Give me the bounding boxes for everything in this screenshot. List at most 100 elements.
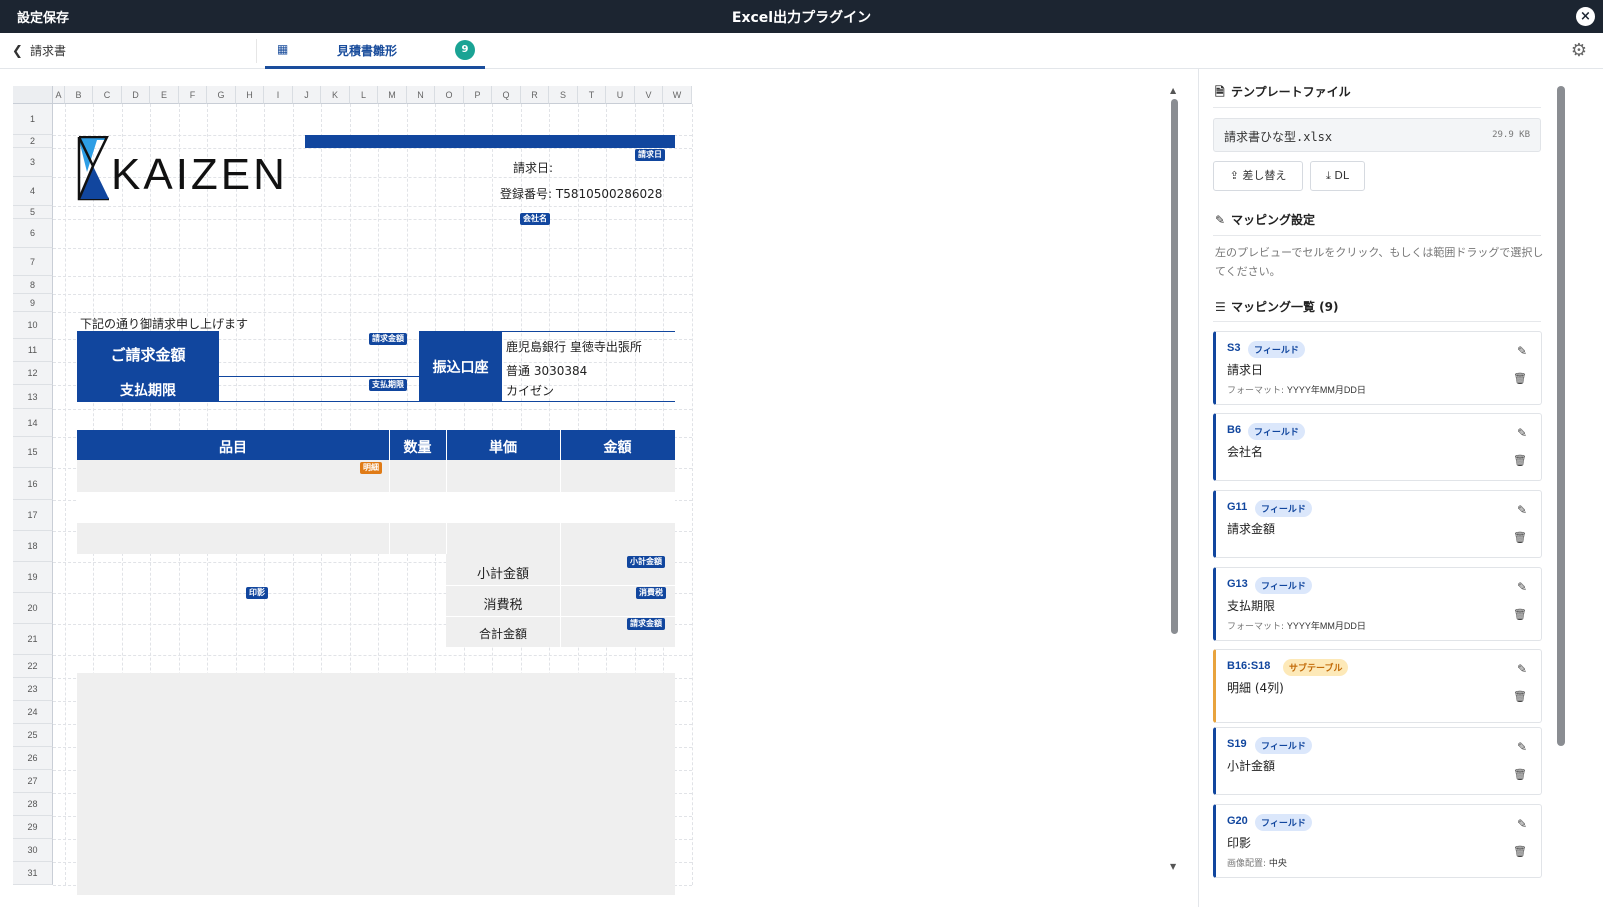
row-header[interactable]: 25 [13, 724, 53, 747]
row-header[interactable]: 13 [13, 385, 53, 409]
tag-due[interactable]: 支払期限 [369, 379, 407, 391]
row-header[interactable]: 26 [13, 747, 53, 770]
trash-icon[interactable]: 🗑 [1513, 531, 1527, 544]
column-header[interactable]: G [207, 86, 236, 104]
column-header[interactable]: D [122, 86, 150, 104]
row-header[interactable]: 1 [13, 104, 53, 135]
tag-seal[interactable]: 印影 [246, 587, 268, 599]
mapping-cell-ref: G13 [1227, 578, 1248, 590]
row-header[interactable]: 19 [13, 562, 53, 593]
column-header[interactable]: K [321, 86, 350, 104]
tag-tax[interactable]: 消費税 [636, 587, 666, 599]
pencil-icon[interactable]: ✎ [1517, 344, 1527, 358]
column-header[interactable]: U [606, 86, 635, 104]
replace-button[interactable]: ⇪ 差し替え [1213, 161, 1303, 191]
detail-row-3[interactable] [77, 523, 675, 554]
tag-total[interactable]: 請求金額 [627, 618, 665, 630]
mapping-card[interactable]: G11 フィールド 請求金額 ✎ 🗑 [1213, 490, 1542, 558]
panel-scrollbar[interactable] [1557, 86, 1565, 746]
pencil-icon[interactable]: ✎ [1517, 503, 1527, 517]
trash-icon[interactable]: 🗑 [1513, 768, 1527, 781]
column-header[interactable]: M [378, 86, 407, 104]
column-header[interactable]: J [293, 86, 321, 104]
column-header[interactable]: A [53, 86, 65, 104]
pencil-icon[interactable]: ✎ [1517, 817, 1527, 831]
column-header[interactable]: E [150, 86, 179, 104]
column-header[interactable]: Q [492, 86, 521, 104]
row-header[interactable]: 7 [13, 248, 53, 276]
tag-detail[interactable]: 明細 [360, 462, 382, 474]
mapping-card[interactable]: G13 フィールド 支払期限 フォーマット: YYYY年MM月DD日 ✎ 🗑 [1213, 567, 1542, 641]
scroll-up-icon[interactable]: ▲ [1170, 86, 1176, 95]
row-header[interactable]: 21 [13, 624, 53, 655]
column-header[interactable]: I [264, 86, 293, 104]
column-header[interactable]: S [549, 86, 578, 104]
column-header[interactable]: B [65, 86, 93, 104]
trash-icon[interactable]: 🗑 [1513, 454, 1527, 467]
pencil-icon[interactable]: ✎ [1517, 580, 1527, 594]
row-header[interactable]: 28 [13, 793, 53, 816]
tab-template[interactable]: ▦ 見積書雛形 9 [265, 33, 485, 69]
row-header[interactable]: 15 [13, 437, 53, 468]
row-header[interactable]: 6 [13, 219, 53, 248]
pencil-icon[interactable]: ✎ [1517, 662, 1527, 676]
column-header[interactable]: R [521, 86, 549, 104]
column-header[interactable]: N [407, 86, 435, 104]
row-header[interactable]: 23 [13, 678, 53, 701]
row-header[interactable]: 8 [13, 276, 53, 294]
column-header[interactable]: P [464, 86, 492, 104]
gear-icon[interactable]: ⚙ [1571, 40, 1587, 61]
row-header[interactable]: 22 [13, 655, 53, 678]
row-header[interactable]: 9 [13, 294, 53, 312]
row-header[interactable]: 4 [13, 177, 53, 206]
scrollbar-thumb[interactable] [1171, 99, 1178, 634]
column-header[interactable]: L [350, 86, 378, 104]
mapping-card[interactable]: S3 フィールド 請求日 フォーマット: YYYY年MM月DD日 ✎ 🗑 [1213, 331, 1542, 405]
sheet-corner[interactable] [13, 86, 53, 104]
download-button[interactable]: ⤓ DL [1310, 161, 1365, 191]
tag-amount[interactable]: 請求金額 [369, 333, 407, 345]
trash-icon[interactable]: 🗑 [1513, 608, 1527, 621]
trash-icon[interactable]: 🗑 [1513, 845, 1527, 858]
sheet-scrollbar[interactable]: ▲ ▼ [1168, 86, 1180, 871]
row-header[interactable]: 16 [13, 468, 53, 500]
scroll-down-icon[interactable]: ▼ [1170, 862, 1176, 871]
column-header[interactable]: O [435, 86, 464, 104]
row-header[interactable]: 10 [13, 312, 53, 339]
spreadsheet-preview[interactable]: A B C D E F G H I J K L M N O P Q R S T U V W 1 2 3 4 5 6 7 8 9 10 11 12 13… [13, 86, 720, 895]
mapping-card[interactable]: B16:S18 サブテーブル 明細 (4列) ✎ 🗑 [1213, 649, 1542, 723]
pencil-icon[interactable]: ✎ [1517, 426, 1527, 440]
pencil-icon[interactable]: ✎ [1517, 740, 1527, 754]
row-header[interactable]: 29 [13, 816, 53, 839]
row-header[interactable]: 14 [13, 409, 53, 437]
row-header[interactable]: 17 [13, 500, 53, 531]
row-header[interactable]: 20 [13, 593, 53, 624]
column-header[interactable]: C [93, 86, 122, 104]
tag-subtotal[interactable]: 小計金額 [627, 556, 665, 568]
tag-date[interactable]: 請求日 [635, 149, 665, 161]
row-header[interactable]: 18 [13, 531, 53, 562]
row-header[interactable]: 30 [13, 839, 53, 862]
column-header[interactable]: W [663, 86, 692, 104]
mapping-card[interactable]: S19 フィールド 小計金額 ✎ 🗑 [1213, 727, 1542, 795]
row-header[interactable]: 24 [13, 701, 53, 724]
detail-row-2[interactable] [77, 492, 675, 523]
column-header[interactable]: F [179, 86, 207, 104]
column-header[interactable]: V [635, 86, 663, 104]
row-header[interactable]: 3 [13, 148, 53, 177]
row-header[interactable]: 27 [13, 770, 53, 793]
row-header[interactable]: 5 [13, 206, 53, 219]
trash-icon[interactable]: 🗑 [1513, 372, 1527, 385]
column-header[interactable]: T [578, 86, 606, 104]
tag-company[interactable]: 会社名 [520, 213, 550, 225]
row-header[interactable]: 31 [13, 862, 53, 885]
back-button[interactable]: ❮ 請求書 [12, 42, 66, 59]
close-icon[interactable]: × [1576, 7, 1595, 26]
row-header[interactable]: 2 [13, 135, 53, 148]
mapping-card[interactable]: G20 フィールド 印影 画像配置: 中央 ✎ 🗑 [1213, 804, 1542, 878]
trash-icon[interactable]: 🗑 [1513, 690, 1527, 703]
mapping-card[interactable]: B6 フィールド 会社名 ✎ 🗑 [1213, 413, 1542, 481]
row-header[interactable]: 12 [13, 362, 53, 385]
column-header[interactable]: H [236, 86, 264, 104]
row-header[interactable]: 11 [13, 339, 53, 362]
